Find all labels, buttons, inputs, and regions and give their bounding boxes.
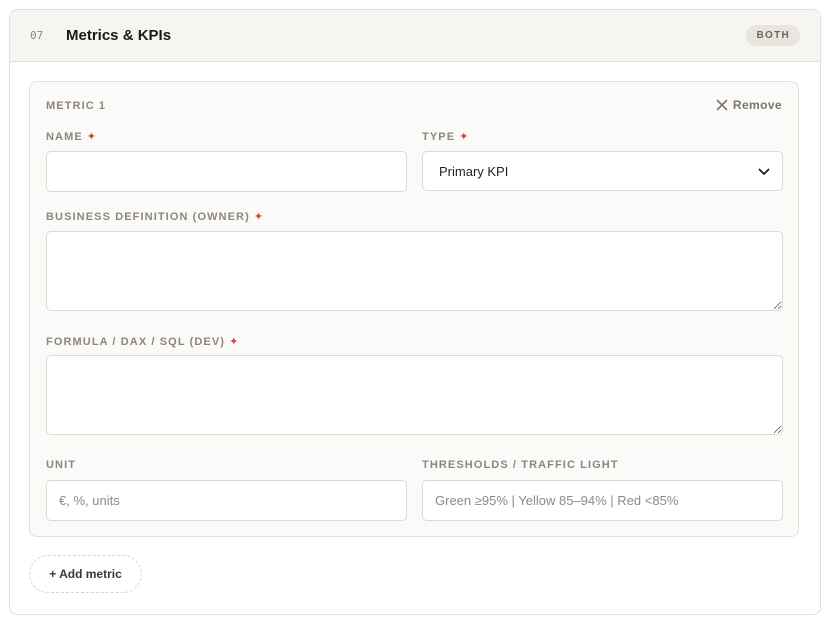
name-input[interactable] (46, 151, 407, 192)
thresholds-label: THRESHOLDS / TRAFFIC LIGHT (422, 459, 619, 471)
type-select[interactable]: Primary KPI (422, 151, 783, 191)
required-marker: ✦ (229, 336, 240, 348)
required-marker: ✦ (459, 131, 470, 143)
unit-input[interactable] (46, 480, 407, 521)
type-select-value: Primary KPI (439, 163, 509, 179)
type-field-label: TYPE ✦ (422, 130, 470, 144)
unit-label: UNIT (46, 459, 76, 471)
required-marker: ✦ (253, 211, 265, 223)
business-definition-textarea[interactable] (46, 231, 783, 311)
remove-metric-button[interactable]: Remove (716, 98, 782, 112)
section-body: METRIC 1 Remove NAME ✦ TYPE ✦ Primary KP… (9, 9, 821, 615)
name-label-text: NAME (46, 130, 83, 143)
thresholds-label-text: THRESHOLDS / TRAFFIC LIGHT (422, 459, 619, 471)
add-metric-button[interactable]: + Add metric (29, 555, 142, 593)
unit-label-text: UNIT (46, 459, 77, 471)
formula-textarea[interactable] (46, 355, 783, 435)
required-marker: ✦ (86, 131, 98, 143)
remove-label: Remove (732, 98, 782, 112)
metric-card: METRIC 1 Remove NAME ✦ TYPE ✦ Primary KP… (29, 81, 799, 537)
business-definition-label-text: BUSINESS DEFINITION (OWNER) (46, 210, 250, 223)
formula-label: FORMULA / DAX / SQL (DEV) ✦ (46, 335, 240, 349)
close-icon (716, 99, 728, 111)
thresholds-input[interactable] (422, 480, 783, 521)
business-definition-label: BUSINESS DEFINITION (OWNER) ✦ (46, 210, 265, 224)
name-field-label: NAME ✦ (46, 130, 98, 144)
type-label-text: TYPE (422, 130, 456, 143)
chevron-down-icon (758, 164, 770, 179)
metric-title: METRIC 1 (46, 100, 107, 112)
formula-label-text: FORMULA / DAX / SQL (DEV) (46, 335, 226, 348)
